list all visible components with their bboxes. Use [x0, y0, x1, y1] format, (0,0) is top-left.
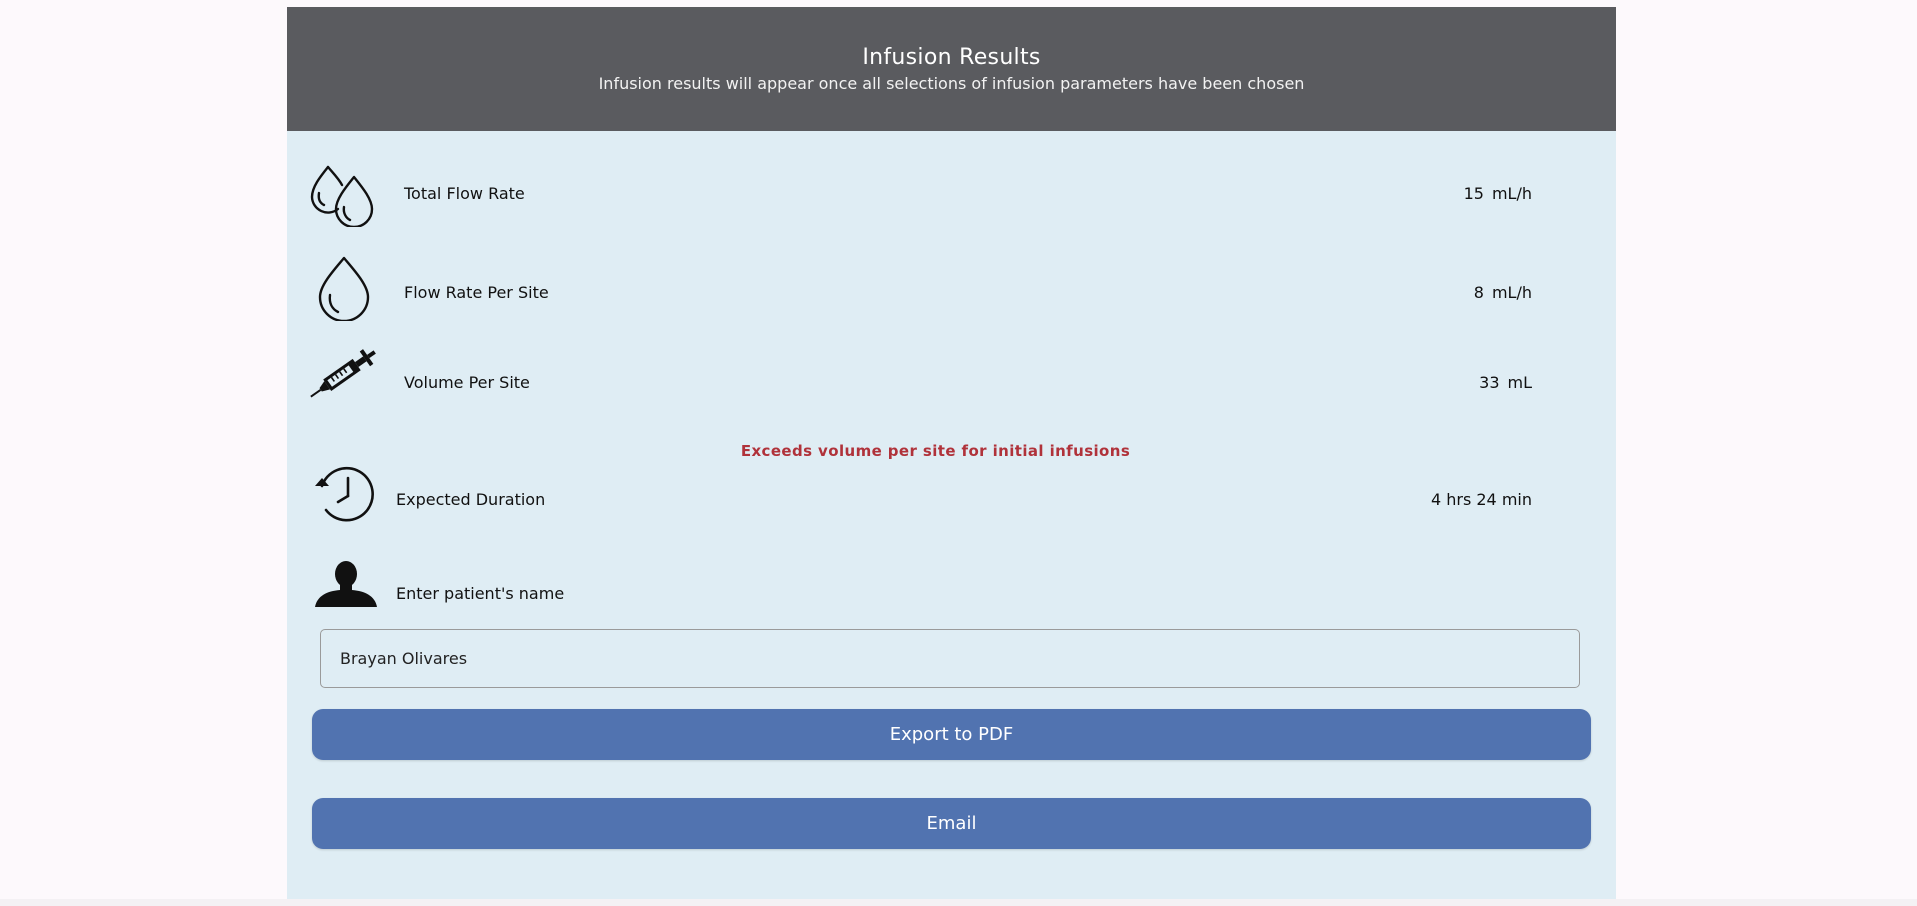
page-subtitle: Infusion results will appear once all se…	[598, 74, 1305, 93]
volume-per-site-row: Volume Per Site 33 mL	[287, 340, 1616, 414]
history-clock-icon	[315, 466, 374, 522]
total-flow-rate-row: Total Flow Rate 15 mL/h	[287, 155, 1616, 227]
expected-duration-value: 4 hrs 24 min	[1430, 490, 1532, 509]
volume-per-site-value: 33 mL	[1479, 373, 1532, 392]
patient-name-input[interactable]	[320, 629, 1580, 688]
person-icon	[315, 561, 377, 607]
results-header: Infusion Results Infusion results will a…	[287, 7, 1616, 131]
syringe-icon	[310, 349, 376, 398]
export-pdf-button[interactable]: Export to PDF	[312, 709, 1591, 760]
expected-duration-label: Expected Duration	[396, 490, 546, 509]
flow-rate-per-site-row: Flow Rate Per Site 8 mL/h	[287, 253, 1616, 323]
total-flow-rate-label: Total Flow Rate	[404, 184, 525, 203]
email-button[interactable]: Email	[312, 798, 1591, 849]
droplet-icon	[318, 256, 370, 321]
patient-name-label: Enter patient's name	[396, 584, 565, 603]
patient-name-row: Enter patient's name	[287, 558, 1616, 618]
page-title: Infusion Results	[862, 45, 1041, 70]
volume-per-site-label: Volume Per Site	[404, 373, 530, 392]
flow-rate-per-site-value: 8 mL/h	[1473, 283, 1532, 302]
volume-warning-message: Exceeds volume per site for initial infu…	[740, 442, 1131, 460]
expected-duration-row: Expected Duration 4 hrs 24 min	[287, 465, 1616, 531]
page-bottom-edge	[0, 899, 1917, 906]
total-flow-rate-value: 15 mL/h	[1463, 184, 1532, 203]
double-droplet-icon	[310, 165, 374, 227]
flow-rate-per-site-label: Flow Rate Per Site	[404, 283, 549, 302]
infusion-results-panel: Infusion Results Infusion results will a…	[287, 7, 1616, 906]
